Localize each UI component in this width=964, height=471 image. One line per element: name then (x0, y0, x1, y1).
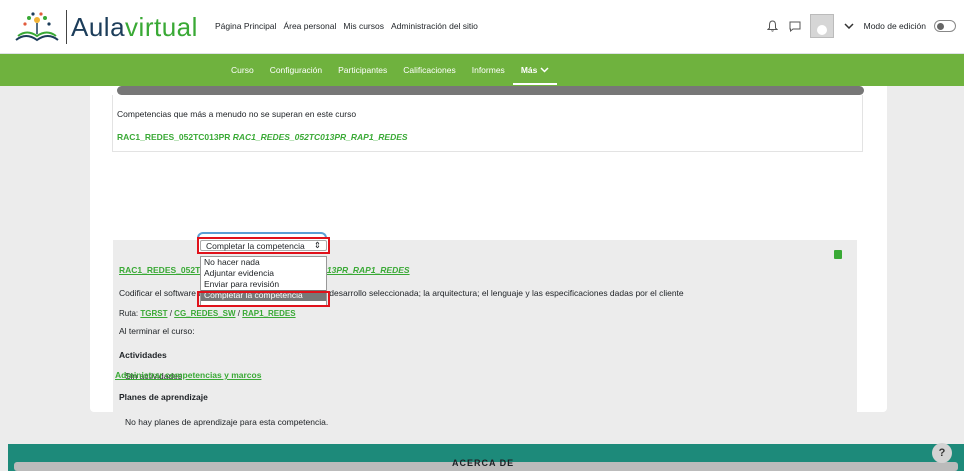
site-logo[interactable]: Aulavirtual (14, 8, 198, 46)
path-label: Ruta: (119, 309, 139, 318)
user-menu-area: Modo de edición (766, 14, 956, 38)
edit-mode-label: Modo de edición (863, 21, 926, 31)
brand-name: Aulavirtual (71, 12, 198, 43)
tab-reports[interactable]: Informes (472, 65, 505, 75)
no-plans-text: No hay planes de aprendizaje para esta c… (125, 417, 329, 427)
top-navbar: Aulavirtual Página Principal Área person… (0, 0, 964, 54)
summary-box: Competencias que más a menudo no se supe… (112, 95, 863, 237)
nav-site-admin[interactable]: Administración del sitio (391, 21, 478, 31)
trash-icon[interactable] (834, 250, 842, 259)
logo-divider (66, 10, 67, 44)
path-link-current[interactable]: RAP1_REDES (242, 309, 295, 318)
plans-heading: Planes de aprendizaje (119, 392, 208, 402)
activities-heading: Actividades (119, 350, 167, 360)
brand-part2: virtual (125, 11, 198, 42)
summary-item-code: RAC1_REDES_052TC013PR (117, 132, 231, 142)
summary-heading: Competencias que más a menudo no se supe… (117, 109, 357, 119)
path-link-parent[interactable]: CG_REDES_SW (174, 309, 235, 318)
select-value: Completar la competencia (206, 240, 305, 251)
avatar[interactable] (809, 14, 834, 38)
option-attach-evidence[interactable]: Adjuntar evidencia (201, 268, 326, 279)
book-logo-icon (15, 12, 59, 42)
on-complete-select-highlight: Completar la competencia ⇕ (197, 237, 330, 254)
path-link-framework[interactable]: TGRST (140, 309, 167, 318)
course-secondary-nav: Curso Configuración Participantes Califi… (0, 54, 964, 86)
tab-grades[interactable]: Calificaciones (403, 65, 455, 75)
chevron-down-icon (540, 67, 549, 73)
chevron-down-icon[interactable] (842, 19, 856, 33)
footer-about-heading: ACERCA DE (452, 458, 515, 468)
summary-item-name: RAC1_REDES_052TC013PR_RAP1_REDES (232, 132, 408, 142)
nav-my-courses[interactable]: Mis cursos (343, 21, 384, 31)
selected-option-highlight (197, 291, 330, 307)
summary-competency-link[interactable]: RAC1_REDES_052TC013PR RAC1_REDES_052TC01… (117, 132, 408, 142)
on-complete-select[interactable]: Completar la competencia ⇕ (200, 240, 327, 251)
chat-icon[interactable] (788, 19, 802, 33)
edit-mode-toggle[interactable] (934, 20, 956, 32)
select-arrows-icon: ⇕ (313, 240, 321, 250)
path-separator: / (237, 309, 240, 318)
option-send-review[interactable]: Enviar para revisión (201, 279, 326, 290)
tab-course[interactable]: Curso (231, 65, 254, 75)
tab-more[interactable]: Más (512, 65, 557, 85)
primary-nav: Página Principal Área personal Mis curso… (215, 21, 478, 31)
manage-competencies-link[interactable]: Administrar competencias y marcos (115, 370, 261, 380)
on-complete-label: Al terminar el curso: (119, 326, 195, 336)
nav-dashboard[interactable]: Área personal (283, 21, 336, 31)
competency-path: Ruta: TGRST / CG_REDES_SW / RAP1_REDES (119, 309, 296, 318)
path-separator: / (169, 309, 172, 318)
brand-part1: Aula (71, 11, 126, 42)
option-do-nothing[interactable]: No hacer nada (201, 257, 326, 268)
nav-home[interactable]: Página Principal (215, 21, 276, 31)
help-button[interactable]: ? (932, 443, 952, 463)
scroll-indicator-bar (117, 86, 864, 95)
tab-more-label: Más (520, 65, 538, 75)
tab-participants[interactable]: Participantes (338, 65, 387, 75)
bell-icon[interactable] (766, 19, 780, 33)
tab-settings[interactable]: Configuración (270, 65, 322, 75)
